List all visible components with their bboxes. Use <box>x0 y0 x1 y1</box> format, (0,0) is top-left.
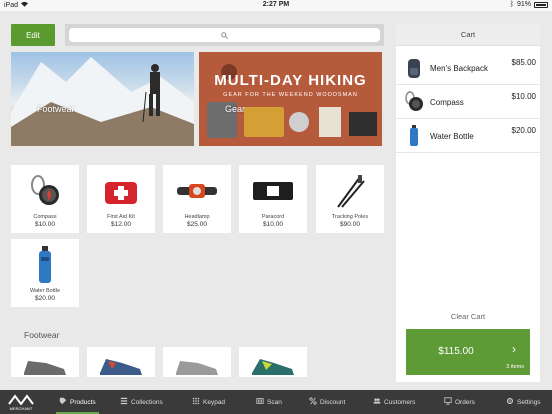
cart-item-price: $85.00 <box>511 58 536 67</box>
tab-label: Settings <box>517 398 541 406</box>
scan-icon <box>256 397 264 407</box>
cart-item[interactable]: Compass $10.00 <box>396 85 540 119</box>
status-time: 2:27 PM <box>262 1 290 8</box>
compass-icon <box>402 90 426 114</box>
customers-icon <box>373 397 381 407</box>
gear-banner-title: MULTI-DAY HIKING <box>214 72 367 89</box>
product-price: $10.00 <box>263 221 283 228</box>
gear-banner-subtitle: GEAR FOR THE WEEKEND WOODSMAN <box>223 92 358 98</box>
battery-percent: 91% <box>516 1 531 8</box>
orders-icon <box>444 397 452 407</box>
product-price: $90.00 <box>340 221 360 228</box>
tab-label: Products <box>70 398 96 406</box>
gear-flatlay-image <box>199 52 382 146</box>
backpack-icon <box>402 56 426 80</box>
product-tile-first-aid-kit[interactable]: First Aid Kit $12.00 <box>87 165 155 233</box>
cart-item-name: Compass <box>430 98 464 107</box>
water-bottle-icon <box>402 124 426 148</box>
tab-products[interactable]: Products <box>56 390 99 414</box>
mountain-hiker-image <box>11 57 194 146</box>
shoe-image <box>163 351 231 377</box>
status-bar: iPad 2:27 PM ᛒ 91% <box>0 0 552 11</box>
product-name: Tracking Poles <box>331 214 369 220</box>
tag-icon <box>59 397 67 407</box>
cart-item-name: Men's Backpack <box>430 64 488 73</box>
footwear-section-title: Footwear <box>24 330 60 340</box>
shoe-image <box>239 351 307 377</box>
cart-item[interactable]: Water Bottle $20.00 <box>396 119 540 153</box>
product-tile-headlamp[interactable]: Headlamp $25.00 <box>163 165 231 233</box>
shoe-tile[interactable] <box>163 347 231 377</box>
product-tile-water-bottle[interactable]: Water Bottle $20.00 <box>11 239 79 307</box>
shoe-tile[interactable] <box>87 347 155 377</box>
merchant-logo: MERCHANT <box>6 393 36 412</box>
tab-label: Keypad <box>203 398 226 406</box>
percent-icon <box>309 397 317 407</box>
search-icon <box>221 26 228 44</box>
cart-item-price: $10.00 <box>511 92 536 101</box>
bluetooth-icon: ᛒ <box>509 1 514 8</box>
paracord-icon <box>239 171 307 211</box>
shoe-image <box>87 351 155 377</box>
gear-icon <box>506 397 514 407</box>
product-name: Water Bottle <box>29 288 61 294</box>
bottom-tab-bar: MERCHANT Products Collections Keypad Sca… <box>0 390 552 414</box>
cart-item-name: Water Bottle <box>430 132 474 141</box>
headlamp-icon <box>163 171 231 211</box>
cart-item-count: 3 items <box>506 364 524 370</box>
shoe-tile[interactable] <box>11 347 79 377</box>
tab-collections[interactable]: Collections <box>120 390 163 414</box>
tab-label: Discount <box>320 398 346 406</box>
cart-panel: Cart Men's Backpack $85.00 Compass $10.0… <box>396 24 540 382</box>
shoe-tile[interactable] <box>239 347 307 377</box>
tab-customers[interactable]: Customers <box>373 390 415 414</box>
cart-total: $115.00 <box>438 346 474 357</box>
cart-item-price: $20.00 <box>511 126 536 135</box>
footwear-banner-label: Footwear <box>37 104 75 114</box>
product-tile-paracord[interactable]: Paracord $10.00 <box>239 165 307 233</box>
product-price: $10.00 <box>35 221 55 228</box>
logo-text: MERCHANT <box>9 406 33 411</box>
first-aid-kit-icon <box>87 171 155 211</box>
product-price: $25.00 <box>187 221 207 228</box>
water-bottle-icon <box>11 245 79 285</box>
tab-label: Collections <box>131 398 163 406</box>
product-name: First Aid Kit <box>107 214 135 220</box>
search-bar <box>65 24 384 46</box>
product-price: $12.00 <box>111 221 131 228</box>
list-icon <box>120 397 128 407</box>
footwear-banner[interactable]: Footwear <box>11 52 194 146</box>
product-tile-compass[interactable]: Compass $10.00 <box>11 165 79 233</box>
chevron-right-icon: › <box>512 342 516 356</box>
battery-icon <box>534 1 548 8</box>
search-input[interactable] <box>69 28 380 42</box>
product-name: Headlamp <box>184 214 210 220</box>
tab-discount[interactable]: Discount <box>309 390 345 414</box>
shoe-image <box>11 351 79 377</box>
tab-keypad[interactable]: Keypad <box>192 390 225 414</box>
product-name: Compass <box>33 214 57 220</box>
cart-title: Cart <box>396 24 540 46</box>
tab-label: Scan <box>267 398 282 406</box>
tab-orders[interactable]: Orders <box>444 390 475 414</box>
gear-banner[interactable]: MULTI-DAY HIKING GEAR FOR THE WEEKEND WO… <box>199 52 382 146</box>
clear-cart-button[interactable]: Clear Cart <box>396 312 540 321</box>
tab-label: Orders <box>455 398 475 406</box>
cart-item[interactable]: Men's Backpack $85.00 <box>396 51 540 85</box>
tab-settings[interactable]: Settings <box>506 390 541 414</box>
checkout-button[interactable]: $115.00 › 3 items <box>406 329 530 375</box>
gear-banner-label: Gear <box>225 104 246 114</box>
product-price: $20.00 <box>35 295 55 302</box>
tab-scan[interactable]: Scan <box>256 390 282 414</box>
compass-icon <box>11 171 79 211</box>
edit-button[interactable]: Edit <box>11 24 55 46</box>
tab-label: Customers <box>384 398 416 406</box>
product-name: Paracord <box>261 214 285 220</box>
product-tile-tracking-poles[interactable]: Tracking Poles $90.00 <box>316 165 384 233</box>
keypad-icon <box>192 397 200 407</box>
trekking-poles-icon <box>316 171 384 211</box>
